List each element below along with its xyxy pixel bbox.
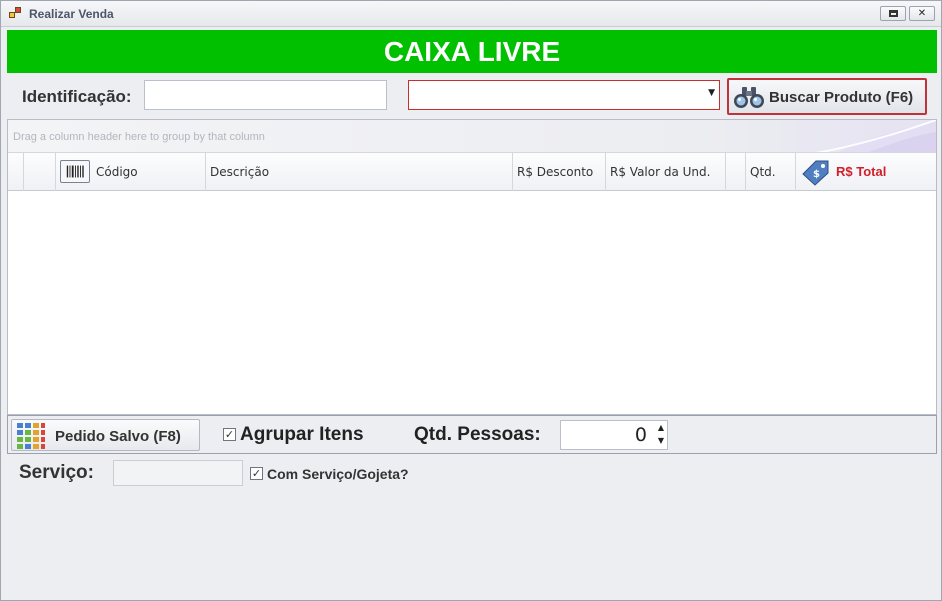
saved-order-button[interactable]: Pedido Salvo (F8) — [11, 419, 200, 451]
product-combo[interactable]: ▼ — [408, 80, 720, 110]
header-codigo-label: Código — [96, 165, 138, 179]
maximize-icon — [888, 10, 898, 17]
people-count-label: Qtd. Pessoas: — [414, 424, 541, 445]
window-title: Realizar Venda — [29, 7, 114, 21]
search-product-button[interactable]: Buscar Produto (F6) — [727, 78, 927, 115]
header-desconto-label: R$ Desconto — [517, 165, 594, 179]
header-qtd-label: Qtd. — [750, 165, 776, 179]
group-items-label[interactable]: Agrupar Itens — [240, 424, 364, 446]
bottom-toolbar: Pedido Salvo (F8) ✓ Agrupar Itens Qtd. P… — [7, 415, 937, 454]
price-tag-icon: $ — [802, 160, 829, 186]
title-bar: Realizar Venda ✕ — [1, 1, 941, 27]
service-input[interactable] — [113, 460, 243, 486]
search-product-label: Buscar Produto (F6) — [769, 89, 914, 106]
group-items-checkbox[interactable]: ✓ — [223, 428, 236, 441]
app-window-icon — [9, 7, 23, 20]
checkmark-icon: ✓ — [224, 428, 235, 441]
decorative-swoosh — [815, 120, 936, 152]
status-banner: CAIXA LIVRE — [7, 30, 937, 73]
maximize-button[interactable] — [880, 6, 906, 21]
people-count-stepper[interactable]: 0 ▲ ▼ — [560, 420, 668, 450]
svg-text:$: $ — [813, 169, 820, 180]
header-descricao-label: Descrição — [210, 165, 270, 179]
header-valor-und[interactable]: R$ Valor da Und. — [606, 153, 726, 191]
header-valor-und-label: R$ Valor da Und. — [610, 165, 711, 179]
items-grid[interactable]: Drag a column header here to group by th… — [7, 119, 937, 415]
with-service-checkbox[interactable]: ✓ — [250, 467, 263, 480]
barcode-icon — [60, 160, 90, 183]
with-service-label[interactable]: Com Serviço/Gojeta? — [267, 466, 409, 482]
group-by-panel[interactable]: Drag a column header here to group by th… — [8, 120, 936, 153]
header-blank-column-2[interactable] — [726, 153, 746, 191]
header-desconto[interactable]: R$ Desconto — [513, 153, 606, 191]
spin-down-icon[interactable]: ▼ — [658, 436, 664, 445]
close-button[interactable]: ✕ — [909, 6, 935, 21]
service-label: Serviço: — [19, 462, 94, 483]
header-total[interactable]: $ R$ Total — [796, 153, 936, 191]
header-descricao[interactable]: Descrição — [206, 153, 513, 191]
close-icon: ✕ — [917, 8, 927, 19]
chevron-down-icon[interactable]: ▼ — [708, 88, 715, 98]
header-qtd[interactable]: Qtd. — [746, 153, 796, 191]
saved-order-label: Pedido Salvo (F8) — [55, 428, 181, 445]
people-count-value[interactable]: 0 — [635, 424, 647, 446]
checkmark-icon: ✓ — [251, 467, 262, 480]
group-by-hint: Drag a column header here to group by th… — [13, 131, 265, 143]
grid-header: Código Descrição R$ Desconto R$ Valor da… — [8, 153, 936, 191]
spin-up-icon[interactable]: ▲ — [658, 423, 664, 432]
binoculars-icon — [734, 87, 764, 108]
header-indicator-column[interactable] — [8, 153, 24, 191]
identification-input[interactable] — [144, 80, 387, 110]
identification-label: Identificação: — [22, 87, 132, 106]
grid-colors-icon — [17, 423, 45, 449]
sale-window: Realizar Venda ✕ CAIXA LIVRE Identificaç… — [0, 0, 942, 601]
header-codigo[interactable]: Código — [56, 153, 206, 191]
header-blank-column[interactable] — [24, 153, 56, 191]
header-total-label: R$ Total — [836, 164, 887, 179]
